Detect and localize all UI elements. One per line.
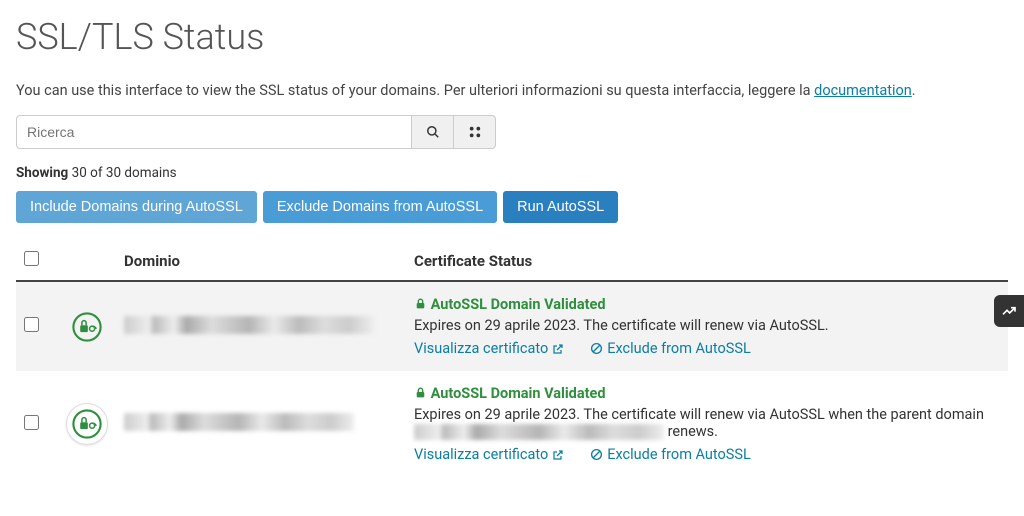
exclude-label: Exclude from AutoSSL [607,340,751,357]
search-icon [426,125,440,139]
side-analytics-tab[interactable] [994,295,1024,327]
expires-text: Expires on 29 aprile 2023. The certifica… [414,406,1000,440]
include-domains-button[interactable]: Include Domains during AutoSSL [16,191,257,223]
row-links: Visualizza certificato Exclude from Auto… [414,446,1000,463]
expires-pre: Expires on 29 aprile 2023. The certifica… [414,406,984,423]
documentation-link[interactable]: documentation [814,82,912,99]
row-checkbox[interactable] [24,317,39,332]
expires-post: renews. [664,423,718,440]
exclude-from-autossl-link[interactable]: Exclude from AutoSSL [590,446,751,463]
page-title: SSL/TLS Status [16,16,1008,58]
view-certificate-link[interactable]: Visualizza certificato [414,340,564,357]
intro-text: You can use this interface to view the S… [16,82,1008,99]
validated-line: AutoSSL Domain Validated [414,296,1000,313]
validated-text: AutoSSL Domain Validated [431,296,606,313]
parent-domain-redacted [414,424,664,440]
table-row: AutoSSL Domain Validated Expires on 29 a… [16,371,1008,477]
ban-icon [590,448,603,461]
select-all-checkbox[interactable] [24,251,39,266]
exclude-from-autossl-link[interactable]: Exclude from AutoSSL [590,340,751,357]
showing-text: 30 of 30 domains [72,165,177,181]
domain-redacted [124,316,374,334]
table-row: AutoSSL Domain Validated Expires on 29 a… [16,281,1008,371]
view-cert-label: Visualizza certificato [414,446,548,463]
lock-status-icon [66,403,108,445]
showing-label: Showing [16,165,68,181]
chart-icon [1001,303,1017,319]
exclude-label: Exclude from AutoSSL [607,446,751,463]
lock-status-icon [66,306,108,348]
domains-table: Dominio Certificate Status AutoSSL Domai… [16,241,1008,477]
ban-icon [590,342,603,355]
external-link-icon [552,343,564,355]
header-icon-col [58,241,116,281]
exclude-domains-button[interactable]: Exclude Domains from AutoSSL [263,191,497,223]
intro-part2: . [912,82,916,99]
showing-count: Showing 30 of 30 domains [16,165,1008,181]
external-link-icon [552,449,564,461]
expires-text: Expires on 29 aprile 2023. The certifica… [414,317,1000,334]
header-domain: Dominio [116,241,406,281]
validated-text: AutoSSL Domain Validated [431,385,606,402]
view-certificate-link[interactable]: Visualizza certificato [414,446,564,463]
gear-icon [467,124,483,140]
search-input[interactable] [16,115,412,149]
header-checkbox-col [16,241,58,281]
run-autossl-button[interactable]: Run AutoSSL [503,191,618,223]
action-buttons: Include Domains during AutoSSL Exclude D… [16,191,1008,223]
header-status: Certificate Status [406,241,1008,281]
validated-line: AutoSSL Domain Validated [414,385,1000,402]
lock-icon [414,385,431,402]
settings-button[interactable] [454,115,496,149]
search-row [16,115,1008,149]
view-cert-label: Visualizza certificato [414,340,548,357]
intro-part1: You can use this interface to view the S… [16,82,814,99]
domain-redacted [124,413,354,431]
row-checkbox[interactable] [24,415,39,430]
row-links: Visualizza certificato Exclude from Auto… [414,340,1000,357]
lock-icon [414,296,431,313]
search-button[interactable] [412,115,454,149]
